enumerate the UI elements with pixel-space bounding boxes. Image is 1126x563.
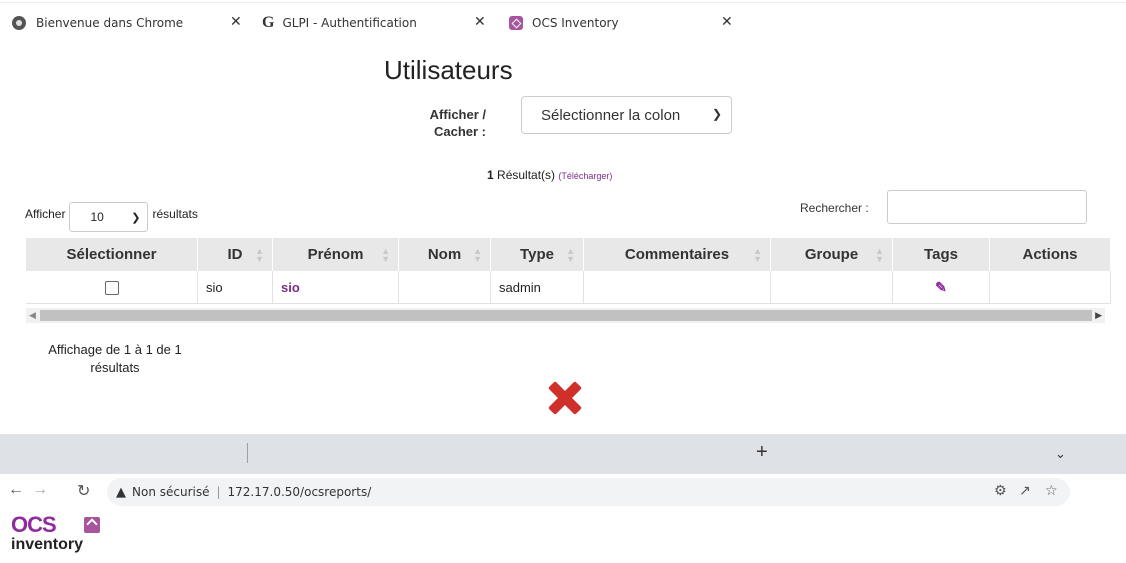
results-label: Résultat(s) (497, 168, 556, 182)
prenom-cell: sio (272, 271, 399, 304)
tags-cell: ✎ (892, 271, 990, 304)
column-header-groupe[interactable]: Groupe ▲ ▼ (770, 238, 893, 271)
tab-glpi[interactable]: G GLPI - Authentification ✕ (262, 6, 488, 40)
type-cell: sadmin (490, 271, 584, 304)
column-header-nom[interactable]: Nom ▲ ▼ (398, 238, 491, 271)
column-header-commentaires[interactable]: Commentaires ▲ ▼ (583, 238, 771, 271)
ocs-icon (509, 16, 523, 30)
row-checkbox[interactable] (104, 280, 119, 295)
scrollbar-thumb[interactable] (40, 310, 1092, 321)
search-label: Rechercher : (800, 201, 869, 215)
forward-icon[interactable]: → (32, 481, 48, 499)
close-icon[interactable]: ✕ (474, 14, 486, 30)
column-header-type[interactable]: Type ▲ ▼ (490, 238, 584, 271)
users-table: Sélectionner ID ▲ ▼ Prénom ▲ ▼ Nom ▲ ▼ Type ▲ ▼ … (26, 238, 1111, 304)
table-info: Affichage de 1 à 1 de 1 résultats (48, 342, 182, 375)
security-label: Non sécurisé (132, 485, 210, 499)
logo-inventory-text: inventory (11, 536, 84, 553)
tab-bienvenue[interactable]: Bienvenue dans Chrome ✕ (12, 6, 242, 40)
chevron-down-icon: ❯ (711, 107, 722, 121)
column-header-tags[interactable]: Tags (892, 238, 990, 271)
key-icon[interactable]: ⚙ (994, 483, 1007, 499)
close-icon[interactable]: ✕ (721, 14, 733, 30)
column-header-actions[interactable]: Actions (989, 238, 1111, 271)
commentaires-cell (583, 271, 771, 304)
show-hide-label: Afficher / Cacher : (429, 107, 486, 139)
page-length-value: 10 (90, 210, 104, 224)
reload-icon[interactable]: ↻ (77, 481, 90, 501)
ocs-inventory-logo[interactable]: OCS inventory (11, 512, 106, 555)
sort-icon: ▲ ▼ (473, 246, 482, 264)
length-prefix: Afficher (25, 206, 66, 221)
column-header-prenom[interactable]: Prénom ▲ ▼ (272, 238, 399, 271)
search-input[interactable] (887, 190, 1087, 224)
page-length-control: Afficher 10 ❯ résultats (25, 195, 198, 232)
ocs-arrow-icon (84, 517, 100, 533)
prenom-link[interactable]: sio (281, 280, 300, 295)
top-divider (0, 0, 1126, 3)
results-count: 1 (487, 168, 494, 182)
sort-icon: ▲ ▼ (753, 246, 762, 264)
logo-ocs-text: OCS (11, 512, 57, 537)
groupe-cell (770, 271, 893, 304)
new-tab-icon[interactable]: + (756, 441, 768, 464)
glpi-icon: G (262, 14, 275, 31)
sort-icon: ▲ ▼ (381, 246, 390, 264)
results-summary: 1 Résultat(s) (Télécharger) (487, 168, 612, 182)
page-title: Utilisateurs (384, 55, 513, 85)
column-header-id[interactable]: ID ▲ ▼ (197, 238, 273, 271)
nom-cell (398, 271, 491, 304)
url-text: 172.17.0.50/ocsreports/ (227, 485, 372, 499)
column-header-select[interactable]: Sélectionner (26, 238, 198, 271)
download-link[interactable]: (Télécharger) (558, 171, 612, 181)
address-bar[interactable]: ▲ Non sécurisé | 172.17.0.50/ocsreports/… (107, 478, 1070, 506)
table-header-row: Sélectionner ID ▲ ▼ Prénom ▲ ▼ Nom ▲ ▼ Type ▲ ▼ … (26, 238, 1111, 271)
omnibox-separator: | (216, 485, 221, 499)
chrome-icon (12, 16, 26, 30)
sort-icon: ▲ ▼ (566, 246, 575, 264)
tab-separator (247, 443, 248, 463)
chevron-down-icon: ❯ (131, 212, 141, 224)
horizontal-scrollbar[interactable]: ◀ ▶ (26, 308, 1105, 323)
red-x-icon (548, 381, 582, 415)
column-select-value: Sélectionner la colon (541, 106, 681, 124)
back-icon[interactable]: ← (8, 481, 24, 499)
select-cell (26, 271, 198, 304)
scroll-left-icon[interactable]: ◀ (29, 310, 36, 321)
page-length-select[interactable]: 10 ❯ (69, 202, 149, 232)
column-select[interactable]: Sélectionner la colon ❯ (521, 96, 732, 134)
close-icon[interactable]: ✕ (230, 14, 242, 30)
sort-icon: ▲ ▼ (255, 246, 264, 264)
star-icon[interactable]: ☆ (1045, 483, 1058, 499)
tab-label: GLPI - Authentification (282, 16, 417, 30)
tab-ocs-inventory[interactable]: OCS Inventory ✕ (497, 6, 743, 40)
scroll-right-icon[interactable]: ▶ (1095, 310, 1102, 321)
actions-cell (989, 271, 1111, 304)
edit-icon[interactable]: ✎ (935, 279, 947, 296)
length-suffix: résultats (152, 206, 198, 221)
tab-label: Bienvenue dans Chrome (36, 16, 184, 30)
chevron-down-icon[interactable]: ⌄ (1055, 446, 1066, 462)
tab-label: OCS Inventory (532, 16, 619, 30)
share-icon[interactable]: ↗ (1019, 483, 1031, 499)
id-cell: sio (197, 271, 273, 304)
sort-icon: ▲ ▼ (875, 246, 884, 264)
browser-tab-bar (0, 434, 1126, 474)
warning-icon: ▲ (116, 484, 126, 500)
table-row: sio sio sadmin ✎ (26, 271, 1111, 304)
